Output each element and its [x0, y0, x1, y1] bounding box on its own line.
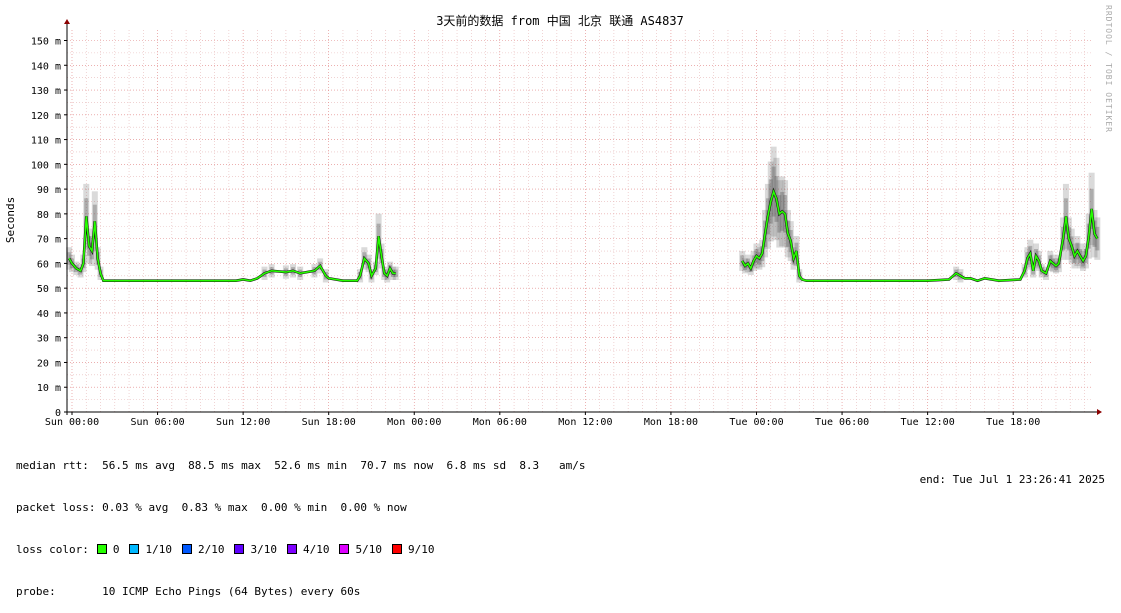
loss-color-swatch	[129, 544, 140, 554]
y-tick-label: 70 m	[37, 235, 61, 246]
y-tick-label: 90 m	[37, 185, 61, 196]
y-axis-label: Seconds	[4, 197, 17, 243]
end-time: end: Tue Jul 1 23:26:41 2025	[919, 473, 1105, 486]
packet-loss-line: packet loss: 0.03 % avg 0.83 % max 0.00 …	[16, 501, 407, 514]
x-tick-label: Sun 06:00	[130, 417, 184, 428]
loss-color-swatch	[391, 544, 402, 554]
median-line	[67, 187, 1099, 283]
y-tick-label: 110 m	[31, 136, 61, 147]
x-tick-label: Mon 18:00	[644, 417, 698, 428]
loss-color-line: loss color: 0 1/10 2/10 3/10 4/10 5/10 9/10	[16, 543, 586, 557]
y-tick-label: 30 m	[37, 334, 61, 345]
y-tick-label: 130 m	[31, 86, 61, 97]
y-tick-label: 10 m	[37, 383, 61, 394]
smoke-band	[66, 146, 1101, 283]
loss-color-item: 9/10	[391, 543, 435, 556]
chart-title: 3天前的数据 from 中国 北京 联通 AS4837	[436, 13, 684, 28]
grid	[67, 30, 1093, 413]
loss-color-item: 0	[96, 543, 120, 556]
loss-color-swatch	[234, 544, 245, 554]
x-tick-label: Tue 00:00	[729, 417, 783, 428]
loss-color-swatch	[96, 544, 107, 554]
loss-color-item: 4/10	[286, 543, 330, 556]
loss-color-swatch	[286, 544, 297, 554]
x-tick-label: Mon 06:00	[473, 417, 527, 428]
y-tick-label: 40 m	[37, 309, 61, 320]
rrdtool-watermark: RRDTOOL / TOBI OETIKER	[1104, 5, 1113, 133]
y-tick-label: 50 m	[37, 284, 61, 295]
loss-color-text: 0	[112, 543, 120, 556]
probe-line: probe: 10 ICMP Echo Pings (64 Bytes) eve…	[16, 585, 361, 598]
loss-color-label: loss color:	[16, 543, 89, 556]
median-rtt-line: median rtt: 56.5 ms avg 88.5 ms max 52.6…	[16, 459, 586, 472]
loss-color-text: 2/10	[197, 543, 225, 556]
axes	[64, 19, 1102, 415]
x-axis-arrow	[1097, 409, 1102, 415]
y-tick-label: 80 m	[37, 210, 61, 221]
x-tick-label: Tue 18:00	[986, 417, 1040, 428]
x-tick-label: Sun 00:00	[45, 417, 99, 428]
y-tick-label: 140 m	[31, 61, 61, 72]
loss-color-swatch	[339, 544, 350, 554]
x-tick-label: Sun 12:00	[216, 417, 270, 428]
loss-color-text: 1/10	[145, 543, 172, 556]
loss-color-item: 2/10	[181, 543, 225, 556]
x-tick-label: Sun 18:00	[302, 417, 356, 428]
loss-color-text: 4/10	[302, 543, 330, 556]
y-tick-label: 120 m	[31, 111, 61, 122]
y-axis-arrow	[64, 19, 70, 24]
smokeping-chart: 010 m20 m30 m40 m50 m60 m70 m80 m90 m100…	[4, 13, 1102, 428]
y-tick-label: 100 m	[31, 160, 61, 171]
x-tick-label: Tue 06:00	[815, 417, 869, 428]
loss-color-item: 3/10	[234, 543, 277, 556]
x-tick-label: Mon 12:00	[558, 417, 612, 428]
x-tick-label: Mon 00:00	[387, 417, 441, 428]
y-tick-label: 20 m	[37, 358, 61, 369]
loss-color-item: 5/10	[339, 543, 382, 556]
y-tick-labels: 010 m20 m30 m40 m50 m60 m70 m80 m90 m100…	[31, 37, 67, 419]
loss-color-text: 9/10	[407, 543, 435, 556]
loss-color-text: 3/10	[250, 543, 277, 556]
y-tick-label: 60 m	[37, 259, 61, 270]
x-tick-label: Tue 12:00	[901, 417, 955, 428]
y-tick-label: 150 m	[31, 37, 61, 48]
loss-color-swatch	[181, 544, 192, 554]
loss-color-item: 1/10	[129, 543, 172, 556]
legend: median rtt: 56.5 ms avg 88.5 ms max 52.6…	[16, 431, 586, 613]
x-tick-labels: Sun 00:00 Sun 06:00 Sun 12:00 Sun 18:00 Mon …	[45, 412, 1040, 428]
loss-color-text: 5/10	[355, 543, 382, 556]
